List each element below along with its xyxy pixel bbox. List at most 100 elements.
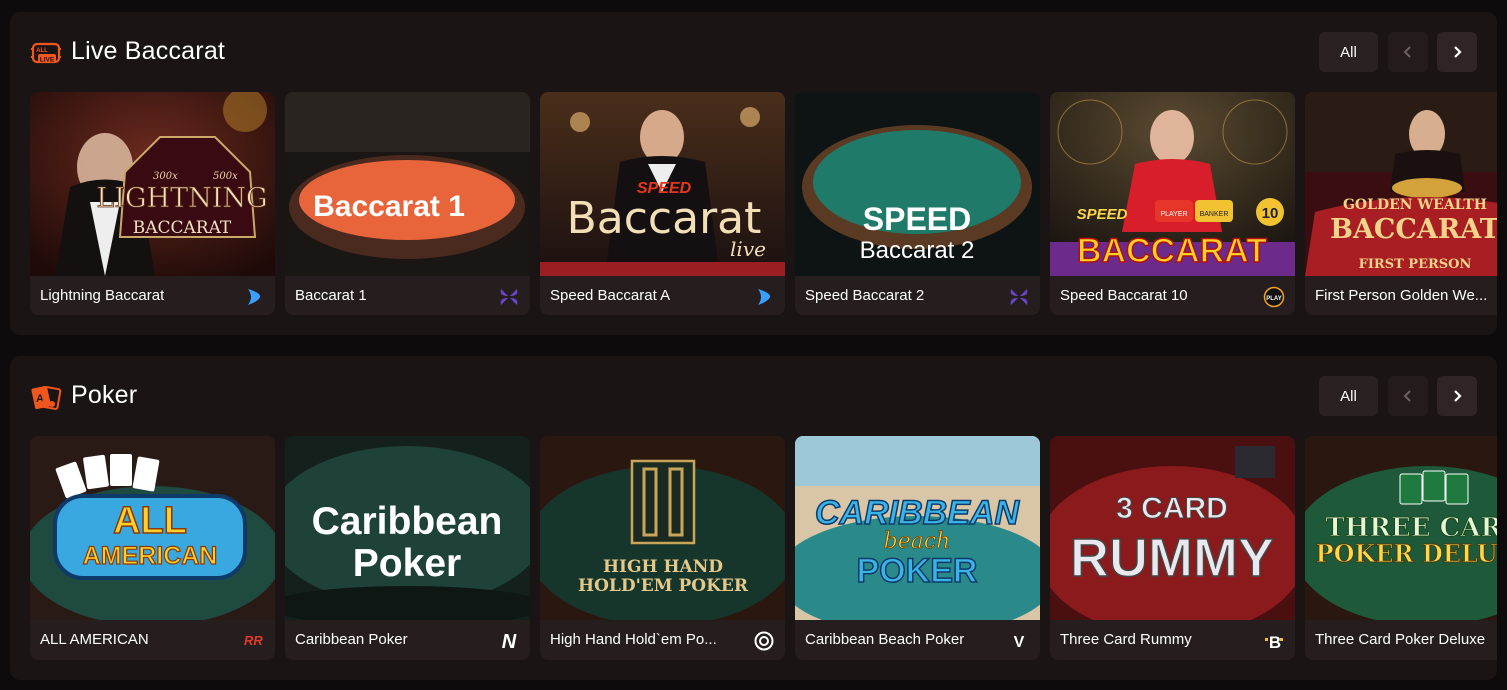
thumb-text: ALL — [113, 500, 187, 542]
game-thumbnail: SPEED PLAYER BANKER 10 BACCARAT — [1050, 92, 1295, 276]
thumb-text: BACCARAT — [1077, 232, 1267, 270]
thumb-text: SPEED — [863, 201, 971, 237]
game-thumbnail: SPEED Baccarat 2 — [795, 92, 1040, 276]
thumb-text: CARIBBEAN — [815, 494, 1020, 532]
game-card[interactable]: Caribbean Poker Caribbean Poker N — [285, 436, 530, 660]
thumb-text: FIRST PERSON — [1359, 257, 1472, 272]
butterfly-provider-icon — [1008, 286, 1030, 308]
thumb-text: AMERICAN — [83, 542, 218, 570]
thumb-text: Caribbean — [312, 500, 503, 543]
thumb-text: RUMMY — [1070, 528, 1274, 588]
view-all-button[interactable]: All — [1319, 32, 1378, 72]
thumb-text: HIGH HAND — [603, 557, 723, 577]
game-thumbnail: SPEED Baccarat live — [540, 92, 785, 276]
poker-section: A Poker All ALL AMERICAN ALL AMERICAN RR… — [10, 356, 1497, 680]
section-title: Poker — [71, 381, 138, 409]
game-thumbnail: 300x 500x LIGHTNING BACCARAT — [30, 92, 275, 276]
provider-text: RR — [244, 633, 263, 648]
game-thumbnail: HIGH HAND HOLD'EM POKER — [540, 436, 785, 620]
game-card[interactable]: 3 CARD RUMMY Three Card Rummy B — [1050, 436, 1295, 660]
thumb-text: BACCARAT — [133, 218, 232, 238]
game-carousel: ALL AMERICAN ALL AMERICAN RR Caribbean P… — [30, 436, 1497, 660]
game-name: Caribbean Beach Poker — [805, 631, 965, 648]
n-provider-icon: N — [498, 630, 520, 652]
game-name: High Hand Hold`em Po... — [550, 631, 717, 648]
chevron-left-icon — [1403, 390, 1411, 402]
thumb-text: 500x — [213, 171, 238, 182]
thumb-text: POKER DELUXE — [1316, 539, 1497, 568]
game-carousel: 300x 500x LIGHTNING BACCARAT Lightning B… — [30, 92, 1497, 315]
game-name: First Person Golden We... — [1315, 287, 1488, 304]
prev-button[interactable] — [1388, 376, 1428, 416]
section-header: LIVE ALL Live Baccarat All — [10, 12, 1497, 92]
evolution-icon — [753, 286, 775, 308]
game-card[interactable]: SPEED Baccarat 2 Speed Baccarat 2 — [795, 92, 1040, 315]
thumb-text: Baccarat 1 — [313, 190, 465, 223]
game-card[interactable]: SPEED Baccarat live Speed Baccarat A — [540, 92, 785, 315]
game-card[interactable]: ALL AMERICAN ALL AMERICAN RR — [30, 436, 275, 660]
thumb-text: 300x — [153, 171, 178, 182]
game-thumbnail: Baccarat 1 — [285, 92, 530, 276]
game-name: Three Card Poker Deluxe — [1315, 631, 1486, 648]
b-provider-icon: B — [1263, 630, 1285, 652]
thumb-text: BANKER — [1200, 211, 1229, 218]
thumb-text: PLAYER — [1160, 211, 1187, 218]
game-card[interactable]: 300x 500x LIGHTNING BACCARAT Lightning B… — [30, 92, 275, 315]
provider-text: B — [1269, 633, 1281, 652]
game-name: Lightning Baccarat — [40, 287, 165, 304]
thumb-text: BACCARAT — [1330, 214, 1497, 245]
live-badge-icon: LIVE ALL — [30, 40, 62, 66]
poker-cards-icon: A — [30, 384, 62, 410]
game-thumbnail: GOLDEN WEALTH BACCARAT FIRST PERSON — [1305, 92, 1497, 276]
game-name: Speed Baccarat 2 — [805, 287, 925, 304]
thumb-text: GOLDEN WEALTH — [1343, 197, 1487, 213]
section-header: A Poker All — [10, 356, 1497, 436]
game-card[interactable]: Baccarat 1 Baccarat 1 — [285, 92, 530, 315]
game-name: Speed Baccarat 10 — [1060, 287, 1188, 304]
game-card[interactable]: SPEED PLAYER BANKER 10 BACCARAT Speed Ba… — [1050, 92, 1295, 315]
chevron-left-icon — [1403, 46, 1411, 58]
thumb-text: Poker — [353, 542, 461, 585]
v-provider-icon: V — [1008, 630, 1030, 652]
game-name: Baccarat 1 — [295, 287, 367, 304]
game-thumbnail: CARIBBEAN beach POKER — [795, 436, 1040, 620]
chevron-right-icon — [1454, 46, 1462, 58]
evolution-icon — [243, 286, 265, 308]
thumb-text: Baccarat 2 — [860, 237, 975, 264]
svg-text:LIVE: LIVE — [40, 57, 55, 64]
game-card[interactable]: HIGH HAND HOLD'EM POKER High Hand Hold`e… — [540, 436, 785, 660]
game-name: Caribbean Poker — [295, 631, 408, 648]
chevron-right-icon — [1454, 390, 1462, 402]
next-button[interactable] — [1437, 32, 1477, 72]
game-name: Speed Baccarat A — [550, 287, 671, 304]
thumb-text: HOLD'EM POKER — [578, 576, 749, 596]
game-thumbnail: 3 CARD RUMMY — [1050, 436, 1295, 620]
game-thumbnail: ALL AMERICAN — [30, 436, 275, 620]
thumb-text: LIGHTNING — [96, 183, 267, 214]
rr-provider-icon: RR — [243, 630, 265, 652]
thumb-text: POKER — [857, 552, 978, 590]
provider-text: N — [502, 631, 517, 652]
provider-text: V — [1014, 634, 1025, 651]
game-card[interactable]: CARIBBEAN beach POKER Caribbean Beach Po… — [795, 436, 1040, 660]
swirl-provider-icon — [753, 630, 775, 652]
game-card[interactable]: GOLDEN WEALTH BACCARAT FIRST PERSON Firs… — [1305, 92, 1497, 315]
view-all-button[interactable]: All — [1319, 376, 1378, 416]
prev-button[interactable] — [1388, 32, 1428, 72]
thumb-text: 3 CARD — [1116, 492, 1228, 525]
game-card[interactable]: THREE CARD POKER DELUXE Three Card Poker… — [1305, 436, 1497, 660]
play-provider-icon: PLAY — [1263, 286, 1285, 308]
game-thumbnail: THREE CARD POKER DELUXE — [1305, 436, 1497, 620]
thumb-text: 10 — [1262, 205, 1279, 222]
svg-text:ALL: ALL — [36, 48, 48, 54]
thumb-text: live — [730, 237, 766, 261]
game-name: Three Card Rummy — [1060, 631, 1192, 648]
butterfly-provider-icon — [498, 286, 520, 308]
thumb-text: beach — [884, 529, 951, 554]
thumb-text: SPEED — [1077, 206, 1128, 223]
provider-text: PLAY — [1266, 296, 1281, 302]
next-button[interactable] — [1437, 376, 1477, 416]
game-name: ALL AMERICAN — [40, 631, 149, 648]
game-thumbnail: Caribbean Poker — [285, 436, 530, 620]
live-baccarat-section: LIVE ALL Live Baccarat All 300x 500x LIG… — [10, 12, 1497, 335]
